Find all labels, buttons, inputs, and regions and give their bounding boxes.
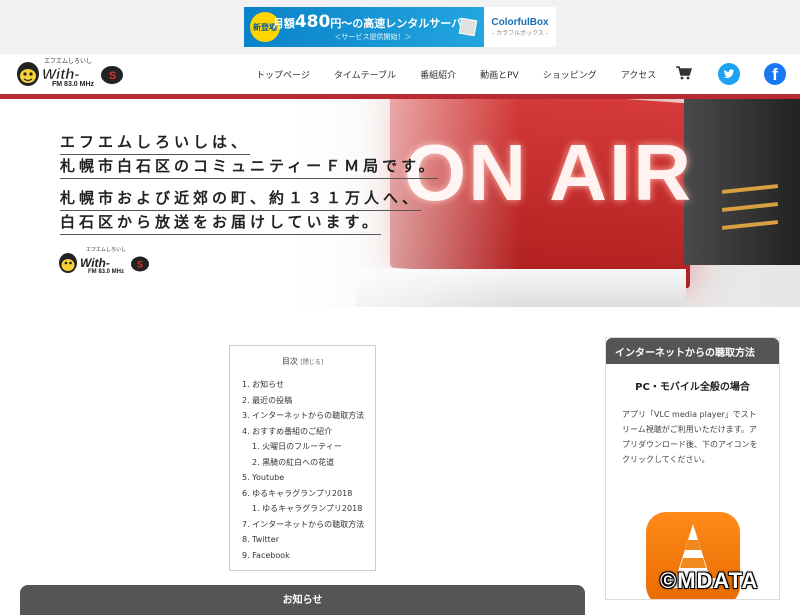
sidebar-subheading: PC・モバイル全般の場合 — [635, 382, 750, 393]
news-section-heading: お知らせ — [20, 585, 585, 615]
toc-item[interactable]: 6. ゆるキャラグランプリ2018 — [230, 486, 375, 502]
ad-text: 月額480円〜の高速レンタルサーバー ＜サービス提供開始！＞ — [273, 12, 473, 42]
hero-line-3: 札幌市および近郊の町、約１３１万人へ、 — [60, 187, 422, 211]
toc-title: 目次 — [281, 357, 298, 366]
toc-item[interactable]: 7. インターネットからの聴取方法 — [230, 517, 375, 533]
toc-item[interactable]: 8. Twitter — [230, 532, 375, 548]
hero-line-2: 札幌市白石区のコミュニティーＦＭ局です。 — [60, 155, 438, 179]
nav-access[interactable]: アクセス — [621, 68, 657, 81]
ad-brand-kana: - カラフルボックス - — [492, 30, 548, 37]
nav-top[interactable]: トップページ — [256, 68, 310, 81]
sidebar-body-text: アプリ「VLC media player」でストリーム視聴がご利用いただけます。… — [622, 410, 758, 464]
toc-subitem[interactable]: 1. 火曜日のフルーティー — [230, 439, 375, 455]
twitter-icon[interactable] — [718, 63, 740, 85]
toc-item[interactable]: 5. Youtube — [230, 470, 375, 486]
logo-frequency: FM 83.0 MHz — [52, 81, 95, 88]
logo-kana: エフエムしろいし — [44, 58, 93, 65]
ad-main-text: 月額480円〜の高速レンタルサーバー — [272, 12, 474, 32]
main-nav: トップページ タイムテーブル 番組紹介 動画とPV ショッピング アクセス — [256, 54, 680, 94]
toc-item[interactable]: 1. お知らせ — [230, 377, 375, 393]
nav-shopping[interactable]: ショッピング — [543, 68, 597, 81]
toc-toggle-button[interactable]: [閉じる] — [300, 359, 323, 366]
svg-text:S: S — [109, 70, 116, 82]
nav-timetable[interactable]: タイムテーブル — [334, 68, 396, 81]
ad-brand-name: ColorfulBox — [491, 17, 549, 28]
hero-logo-frequency: FM 83.0 MHz — [88, 269, 125, 275]
ad-strip: 新登場 月額480円〜の高速レンタルサーバー ＜サービス提供開始！＞ Color… — [0, 0, 800, 54]
twitter-bird-icon — [723, 69, 735, 79]
toc-item[interactable]: 9. Facebook — [230, 548, 375, 564]
toc-item[interactable]: 2. 最近の投稿 — [230, 393, 375, 409]
ad-sub-text: ＜サービス提供開始！＞ — [334, 33, 412, 41]
table-of-contents: 目次 [閉じる] 1. お知らせ 2. 最近の投稿 3. インターネットからの聴… — [229, 345, 376, 571]
hero-line-1: エフエムしろいしは、 — [60, 131, 251, 155]
ad-banner[interactable]: 新登場 月額480円〜の高速レンタルサーバー ＜サービス提供開始！＞ Color… — [244, 7, 556, 47]
ad-brand-logo: ColorfulBox - カラフルボックス - — [484, 7, 556, 47]
svg-text:S: S — [137, 260, 143, 270]
on-air-sign-side — [684, 99, 800, 265]
hero-logo-kana: エフエムしろいし — [86, 247, 127, 253]
sidebar-heading: インターネットからの聴取方法 — [606, 338, 779, 364]
svg-text:With-: With- — [80, 256, 110, 270]
hero-line-4: 白石区から放送をお届けしています。 — [60, 211, 382, 235]
server-cube-icon — [458, 17, 478, 37]
hero-banner: ON AIR エフエムしろいしは、 札幌市白石区のコミュニティーＦＭ局です。 札… — [0, 99, 800, 307]
hero-logo: S With- エフエムしろいし FM 83.0 MHz — [58, 247, 152, 277]
watermark: ©MDATA — [660, 568, 759, 593]
cart-icon[interactable] — [676, 66, 692, 80]
facebook-icon[interactable]: f — [764, 63, 786, 85]
site-logo[interactable]: S With- エフエムしろいし FM 83.0 MHz — [16, 56, 128, 90]
toc-item[interactable]: 4. おすすめ番組のご紹介 — [230, 424, 375, 440]
nav-programs[interactable]: 番組紹介 — [420, 68, 456, 81]
toc-subitem[interactable]: 1. ゆるキャラグランプリ2018 — [230, 501, 375, 517]
nav-videos[interactable]: 動画とPV — [480, 68, 519, 81]
toc-subitem[interactable]: 2. 黒騎の紅白への花道 — [230, 455, 375, 471]
sidebar-listening-widget: インターネットからの聴取方法 PC・モバイル全般の場合 アプリ「VLC medi… — [605, 337, 780, 600]
site-header: S With- エフエムしろいし FM 83.0 MHz トップページ タイムテ… — [0, 54, 800, 94]
toc-item[interactable]: 3. インターネットからの聴取方法 — [230, 408, 375, 424]
toc-header: 目次 [閉じる] — [230, 356, 375, 367]
